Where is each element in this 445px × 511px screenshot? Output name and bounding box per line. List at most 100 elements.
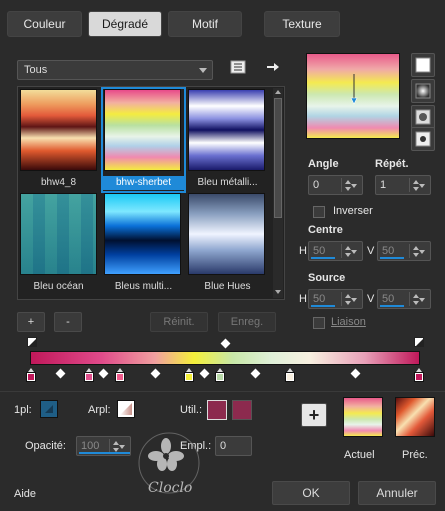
value-underline [311, 257, 335, 259]
stepper-divider [409, 244, 410, 258]
midpoint-diamond[interactable] [150, 368, 161, 379]
reset-button[interactable]: Réinit. [150, 312, 208, 332]
opacity-stop-right-icon[interactable] [414, 337, 424, 347]
opacity-stop-left-icon[interactable] [27, 337, 37, 347]
invert-label: Inverser [333, 205, 373, 217]
source-h-label: H [299, 293, 307, 305]
previous-gradient-swatch[interactable] [395, 397, 435, 437]
midpoint-diamond[interactable] [199, 368, 210, 379]
opacity-midpoint-icon[interactable] [220, 338, 231, 349]
dropdown-arrow-icon[interactable] [119, 445, 125, 449]
gradient-preview[interactable] [306, 53, 400, 139]
arrow-right-icon[interactable] [266, 61, 280, 73]
link-label: Liaison [331, 316, 366, 328]
arpl-label: Arpl: [88, 404, 111, 416]
color-stop[interactable] [26, 368, 36, 382]
gradient-thumb-blue-hues[interactable] [188, 193, 265, 275]
stop-type-swatch[interactable] [40, 400, 58, 418]
tab-couleur[interactable]: Couleur [7, 11, 82, 37]
add-gradient-button[interactable]: + [17, 312, 45, 332]
remove-gradient-button[interactable]: - [54, 312, 82, 332]
save-button[interactable]: Enreg. [218, 312, 276, 332]
tab-texture[interactable]: Texture [264, 11, 340, 37]
thumb-label-bleu-metallique: Bleu métalli... [197, 177, 258, 188]
category-select[interactable]: Tous [17, 60, 213, 80]
gradient-library-icon[interactable] [230, 60, 246, 74]
user-color-label: Util.: [180, 404, 202, 416]
style-radial-button[interactable] [411, 127, 435, 151]
stepper-divider [409, 292, 410, 306]
dropdown-arrow-icon[interactable] [419, 250, 425, 254]
center-h-stepper[interactable]: 50 [308, 241, 363, 261]
dropdown-arrow-icon[interactable] [351, 184, 357, 188]
source-h-stepper[interactable]: 50 [308, 289, 363, 309]
user-color-swatch[interactable] [207, 400, 227, 420]
style-sunburst-button[interactable] [411, 105, 435, 129]
midpoint-diamond[interactable] [98, 368, 109, 379]
angle-stepper[interactable]: 0 [308, 175, 363, 195]
center-h-label: H [299, 245, 307, 257]
gradient-thumb-bleu-metallique[interactable] [188, 89, 265, 171]
dropdown-arrow-icon[interactable] [419, 184, 425, 188]
stepper-divider [341, 244, 342, 258]
thumbnails-scrollbar[interactable] [273, 88, 283, 298]
repeat-label: Répét. [375, 158, 409, 170]
color-stop-fill [28, 374, 34, 380]
ok-button[interactable]: OK [272, 481, 350, 505]
dropdown-arrow-icon[interactable] [351, 298, 357, 302]
style-rectangular-button[interactable] [411, 79, 435, 103]
location-value: 0 [220, 440, 227, 452]
color-stop[interactable] [184, 368, 194, 382]
center-v-stepper[interactable]: 50 [377, 241, 431, 261]
style-linear-button[interactable] [411, 53, 435, 77]
help-link[interactable]: Aide [14, 488, 36, 500]
color-stop[interactable] [285, 368, 295, 382]
color-stop-fill [117, 374, 123, 380]
source-v-stepper[interactable]: 50 [377, 289, 431, 309]
arpl-swatch[interactable] [117, 400, 135, 418]
cancel-button[interactable]: Annuler [358, 481, 436, 505]
current-label: Actuel [344, 449, 375, 461]
color-stop[interactable] [115, 368, 125, 382]
color-stop[interactable] [84, 368, 94, 382]
stepper-divider [409, 178, 410, 192]
dropdown-arrow-icon[interactable] [419, 298, 425, 302]
color-stop-fill [86, 374, 92, 380]
midpoint-diamond[interactable] [350, 368, 361, 379]
chevron-down-icon [199, 68, 207, 73]
scroll-down-icon[interactable] [275, 290, 281, 294]
gradient-thumb-bleus-multi[interactable] [104, 193, 181, 275]
dropdown-arrow-icon[interactable] [351, 250, 357, 254]
gradient-bar[interactable] [30, 351, 420, 365]
center-h-value: 50 [313, 245, 326, 257]
source-label: Source [308, 272, 346, 284]
angle-handle-icon[interactable] [307, 54, 401, 140]
location-field[interactable]: 0 [215, 436, 252, 456]
user-color-swatch-secondary[interactable] [232, 400, 252, 420]
add-swatch-button[interactable]: + [301, 403, 327, 427]
stepper-divider [341, 178, 342, 192]
angle-value: 0 [313, 179, 320, 191]
tab-motif[interactable]: Motif [168, 11, 242, 37]
angle-label: Angle [308, 158, 339, 170]
color-stop[interactable] [215, 368, 225, 382]
invert-checkbox[interactable] [313, 206, 325, 218]
tab-degrade[interactable]: Dégradé [88, 11, 162, 37]
midpoint-diamond[interactable] [250, 368, 261, 379]
center-label: Centre [308, 224, 343, 236]
center-v-value: 50 [382, 245, 395, 257]
repeat-stepper[interactable]: 1 [375, 175, 431, 195]
gradient-thumb-bhw4-8[interactable] [20, 89, 97, 171]
gradient-thumb-bleu-ocean[interactable] [20, 193, 97, 275]
repeat-value: 1 [380, 179, 387, 191]
current-gradient-swatch[interactable] [343, 397, 383, 437]
gradient-thumb-bhw-sherbet[interactable] [104, 89, 181, 171]
thumb-label-bhw4-8: bhw4_8 [40, 177, 77, 188]
opacity-stepper[interactable]: 100 [76, 436, 131, 456]
link-checkbox[interactable] [313, 317, 325, 329]
midpoint-diamond[interactable] [55, 368, 66, 379]
color-stop[interactable] [414, 368, 424, 382]
scroll-up-icon[interactable] [275, 90, 281, 94]
scrollbar-thumb[interactable] [274, 98, 282, 218]
stepper-divider [341, 292, 342, 306]
